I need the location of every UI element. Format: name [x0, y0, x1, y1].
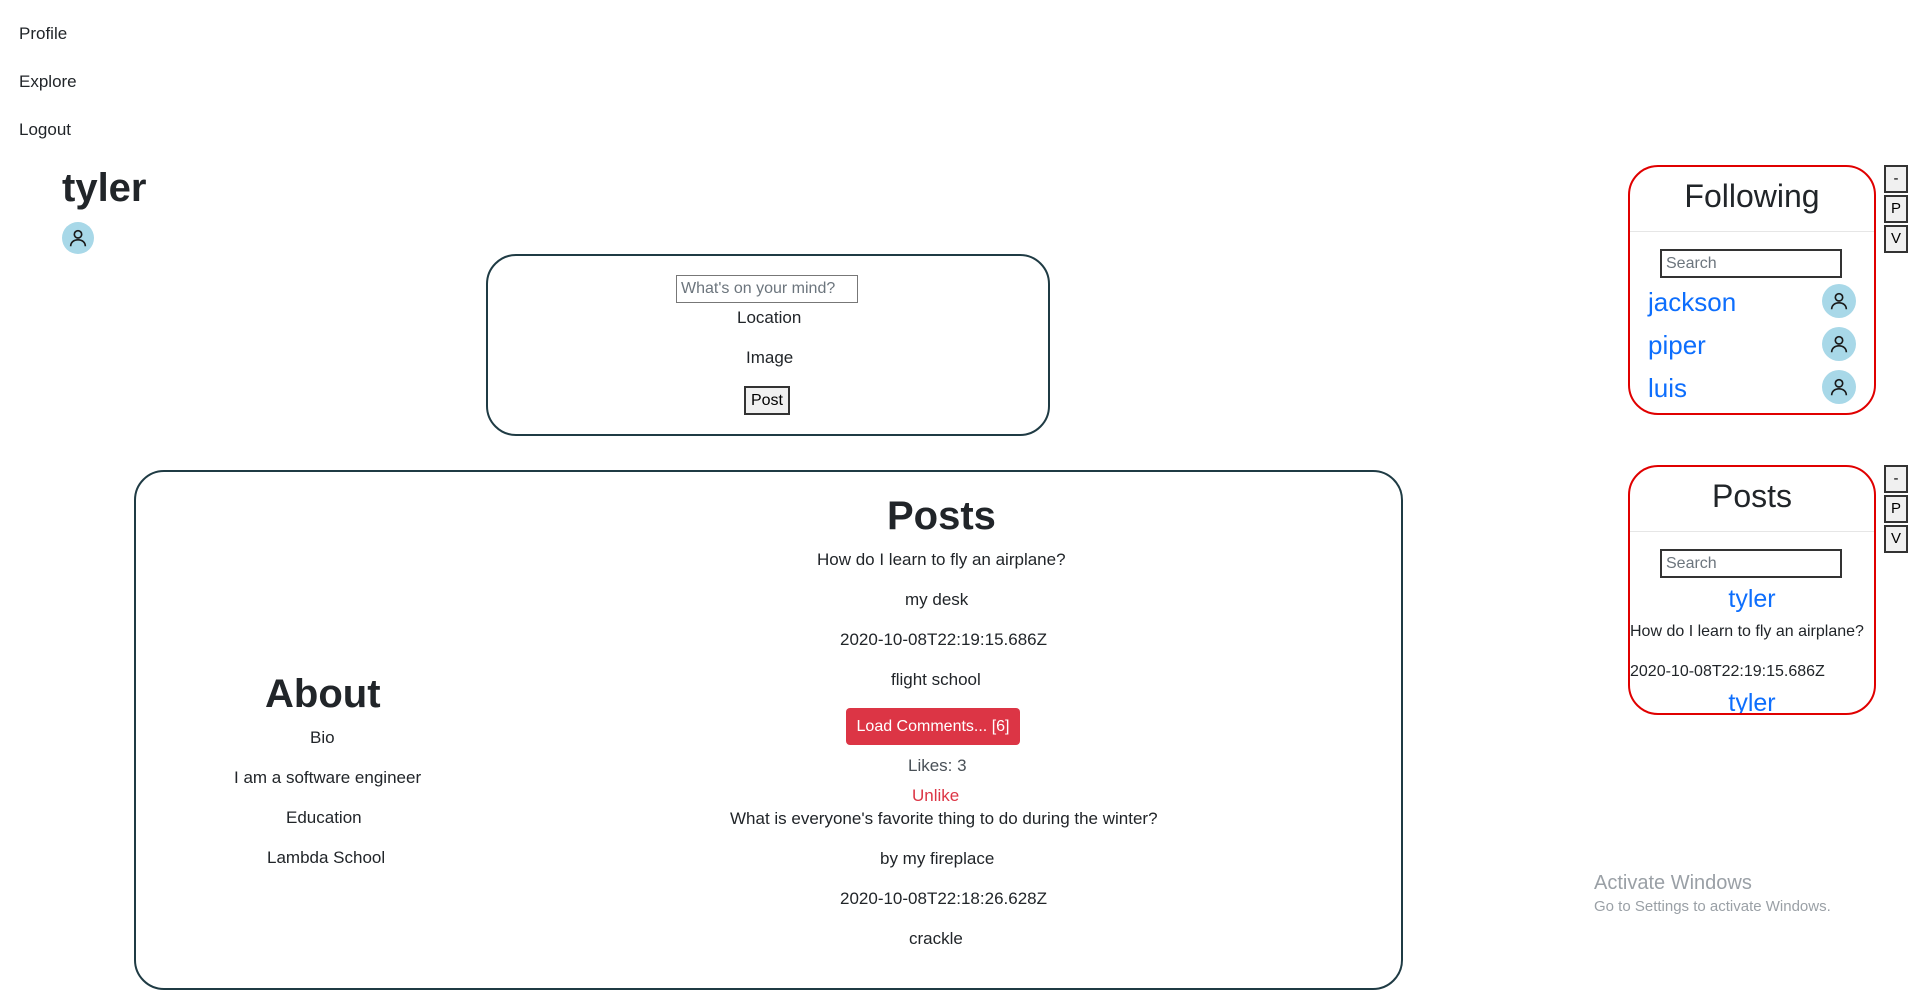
following-divider — [1630, 231, 1874, 232]
bio-label: Bio — [310, 728, 335, 747]
following-item[interactable]: luis — [1648, 370, 1856, 406]
user-icon — [1830, 378, 1848, 396]
feed-title: Posts — [1711, 478, 1793, 514]
post-timestamp: 2020-10-08T22:19:15.686Z — [840, 630, 1047, 649]
following-item[interactable]: jackson — [1648, 284, 1856, 320]
post-timestamp: 2020-10-08T22:18:26.628Z — [840, 889, 1047, 908]
following-username[interactable]: piper — [1648, 330, 1706, 361]
following-search-input[interactable] — [1660, 249, 1842, 278]
whats-on-your-mind-input[interactable] — [676, 275, 858, 303]
following-item[interactable]: piper — [1648, 327, 1856, 363]
feed-author[interactable]: tyler — [1630, 689, 1874, 713]
load-comments-button[interactable]: Load Comments... [6] — [846, 708, 1020, 745]
education-label: Education — [286, 808, 362, 827]
post-location: my desk — [905, 590, 969, 609]
profile-avatar — [62, 222, 94, 254]
feed-author[interactable]: tyler — [1630, 585, 1874, 614]
following-title: Following — [1684, 178, 1820, 214]
education-text: Lambda School — [267, 848, 386, 867]
post-text: What is everyone's favorite thing to do … — [730, 809, 1158, 828]
about-title: About — [265, 672, 381, 716]
post-image-caption: crackle — [909, 929, 963, 948]
watermark-subtitle: Go to Settings to activate Windows. — [1594, 898, 1831, 915]
feed-minimize-button[interactable]: - — [1884, 465, 1908, 493]
following-minimize-button[interactable]: - — [1884, 165, 1908, 193]
feed-p-button[interactable]: P — [1884, 495, 1908, 523]
nav-logout-link[interactable]: Logout — [19, 120, 71, 140]
unlike-button[interactable]: Unlike — [912, 786, 959, 806]
following-p-button[interactable]: P — [1884, 195, 1908, 223]
user-icon — [1830, 335, 1848, 353]
nav-profile-link[interactable]: Profile — [19, 24, 67, 44]
feed-post-timestamp: 2020-10-08T22:19:15.686Z — [1630, 663, 1825, 680]
following-avatar — [1822, 327, 1856, 361]
image-label[interactable]: Image — [746, 348, 793, 368]
post-likes: Likes: 3 — [908, 756, 967, 775]
activate-windows-watermark: Activate Windows Go to Settings to activ… — [1594, 872, 1831, 915]
posts-title: Posts — [887, 494, 996, 538]
following-username[interactable]: luis — [1648, 373, 1687, 404]
feed-post-text: How do I learn to fly an airplane? — [1630, 623, 1864, 640]
profile-username: tyler — [62, 166, 147, 210]
post-button[interactable]: Post — [744, 386, 790, 415]
feed-search-input[interactable] — [1660, 549, 1842, 578]
post-image-caption: flight school — [891, 670, 981, 689]
following-avatar — [1822, 284, 1856, 318]
post-text: How do I learn to fly an airplane? — [817, 550, 1066, 569]
nav-explore-link[interactable]: Explore — [19, 72, 77, 92]
following-widget: Following jackson piper luis — [1628, 165, 1876, 415]
post-location: by my fireplace — [880, 849, 995, 868]
location-label[interactable]: Location — [737, 308, 801, 328]
following-username[interactable]: jackson — [1648, 287, 1736, 318]
posts-feed-widget: Posts tyler How do I learn to fly an air… — [1628, 465, 1876, 715]
following-v-button[interactable]: V — [1884, 225, 1908, 253]
user-icon — [69, 229, 87, 247]
feed-v-button[interactable]: V — [1884, 525, 1908, 553]
feed-divider — [1630, 531, 1874, 532]
watermark-title: Activate Windows — [1594, 872, 1752, 894]
following-avatar — [1822, 370, 1856, 404]
user-icon — [1830, 292, 1848, 310]
bio-text: I am a software engineer — [234, 768, 422, 787]
